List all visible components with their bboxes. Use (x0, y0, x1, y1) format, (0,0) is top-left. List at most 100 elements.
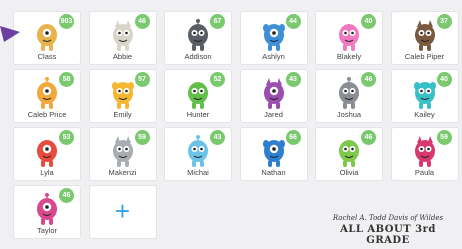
points-badge: 46 (361, 130, 376, 145)
student-name: Taylor (36, 226, 57, 235)
monster-body (414, 24, 435, 46)
student-tile[interactable]: 43 Jared (239, 69, 308, 123)
points-badge: 43 (210, 130, 225, 145)
monster-avatar-icon (33, 77, 61, 111)
student-name: Jared (264, 110, 283, 119)
monster-pupil (426, 89, 430, 93)
student-tile[interactable]: 59 Makenzi (88, 127, 157, 181)
monster-pupil (124, 31, 128, 35)
monster-pupil (419, 31, 423, 35)
monster-leg (351, 102, 355, 109)
watermark-line2: ALL ABOUT 3rd GRADE (340, 224, 436, 246)
monster-leg (49, 160, 53, 167)
monster-avatar-icon (411, 77, 439, 111)
monster-leg (418, 102, 423, 109)
student-tile[interactable]: 44 Ashlyn (239, 11, 308, 65)
monster-avatar-icon (33, 193, 61, 227)
student-tile[interactable]: 57 Emily (88, 69, 157, 123)
monster-leg (267, 102, 272, 109)
monster-pupil (45, 31, 49, 35)
monster-leg (124, 160, 129, 167)
student-tile[interactable]: 58 Caleb Price (13, 69, 81, 123)
student-name: Paula (414, 168, 435, 177)
monster-avatar-icon (260, 135, 288, 169)
monster-avatar-icon (335, 135, 363, 169)
student-name: Abbie (112, 52, 133, 61)
student-tile[interactable]: 40 Kailey (390, 69, 459, 123)
student-name: Class (37, 52, 57, 61)
student-tile[interactable]: 46 Olivia (315, 127, 383, 181)
monster-leg (200, 102, 204, 109)
monster-avatar-icon (33, 135, 61, 169)
monster-leg (343, 160, 347, 167)
add-student-button[interactable]: + (88, 185, 157, 239)
monster-avatar-icon (184, 77, 212, 111)
student-tile[interactable]: 66 Nathan (239, 127, 308, 181)
student-tile[interactable]: 37 Caleb Piper (390, 11, 459, 65)
student-name: Ashlyn (262, 52, 285, 61)
monster-body (188, 24, 208, 46)
monster-pupil (351, 31, 354, 35)
monster-pupil (117, 147, 121, 151)
student-tile[interactable]: 52 Hunter (164, 69, 232, 123)
monster-leg (343, 102, 347, 109)
points-badge: 37 (436, 14, 452, 29)
monster-avatar-icon (411, 19, 439, 53)
monster-pupil (271, 89, 276, 93)
monster-pupil (200, 147, 203, 151)
student-tile[interactable]: 40 Blakely (315, 11, 383, 65)
monster-leg (41, 160, 45, 167)
points-badge: 40 (436, 72, 452, 87)
monster-pupil (117, 89, 121, 93)
monster-leg (426, 102, 431, 109)
monster-avatar-icon (109, 135, 137, 169)
monster-leg (267, 44, 272, 51)
monster-body (414, 140, 435, 162)
student-tile[interactable]: 67 Addison (164, 11, 232, 65)
points-badge: 59 (436, 130, 452, 145)
points-badge: 43 (285, 72, 301, 87)
monster-pupil (426, 31, 430, 35)
monster-pupil (271, 147, 276, 151)
monster-leg (124, 44, 129, 51)
student-name: Joshua (336, 110, 362, 119)
monster-leg (351, 44, 355, 51)
monster-avatar-icon (184, 19, 212, 53)
pointer-arrow-icon (0, 26, 20, 42)
monster-body (112, 24, 133, 46)
student-name: Kailey (414, 110, 435, 119)
student-tile[interactable]: 59 Paula (390, 127, 459, 181)
student-tile[interactable]: 53 Lyla (13, 127, 81, 181)
monster-leg (49, 102, 53, 109)
student-tile[interactable]: 46 Taylor (13, 185, 81, 239)
monster-leg (41, 218, 45, 225)
monster-leg (192, 44, 196, 51)
points-badge: 58 (59, 72, 74, 87)
plus-icon: + (114, 196, 131, 226)
monster-leg (426, 44, 431, 51)
watermark-line1: Rachel A. Todd Davis of Wildes (332, 214, 444, 222)
monster-leg (418, 44, 423, 51)
monster-pupil (193, 147, 196, 151)
monster-avatar-icon (260, 19, 288, 53)
points-badge: 59 (134, 130, 150, 145)
monster-leg (49, 44, 53, 51)
monster-pupil (45, 147, 49, 151)
student-name: Blakely (336, 52, 362, 61)
class-tile[interactable]: 903 Class (13, 11, 81, 65)
monster-avatar-icon (109, 19, 137, 53)
monster-avatar-icon (109, 77, 137, 111)
monster-body (112, 140, 133, 162)
student-name: Addison (184, 52, 212, 61)
monster-leg (116, 102, 121, 109)
student-name: Lyla (40, 168, 54, 177)
monster-leg (116, 160, 121, 167)
student-tile[interactable]: 46 Abbie (88, 11, 157, 65)
points-badge: 52 (210, 72, 225, 87)
monster-avatar-icon (335, 19, 363, 53)
student-tile[interactable]: 46 Joshua (315, 69, 383, 123)
student-tile[interactable]: 43 Michai (164, 127, 232, 181)
monster-avatar-icon (335, 77, 363, 111)
student-name: Michai (187, 168, 209, 177)
monster-leg (275, 102, 280, 109)
